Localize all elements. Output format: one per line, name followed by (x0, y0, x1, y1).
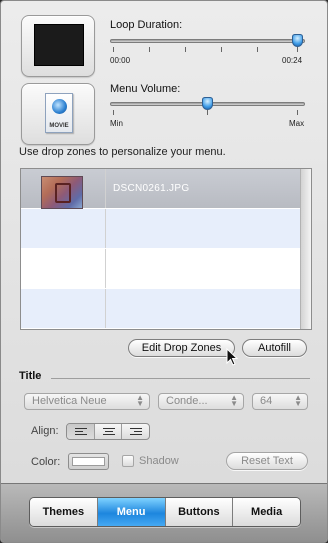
color-label: Color: (31, 456, 61, 468)
align-right-button[interactable] (122, 424, 149, 439)
shadow-checkbox[interactable] (122, 455, 134, 467)
drop-zone-filename: DSCN0261.JPG (113, 183, 190, 194)
drop-zones-description: Use drop zones to personalize your menu. (19, 146, 226, 158)
autofill-button[interactable]: Autofill (242, 339, 307, 357)
slider-tick (113, 110, 114, 115)
font-family-popup[interactable]: Helvetica Neue ▲ ▼ (24, 393, 150, 410)
drop-zone-thumbnail (41, 176, 83, 209)
font-style-popup[interactable]: Conde... ▲ ▼ (158, 393, 244, 410)
slider-tick (113, 47, 114, 52)
reset-text-button[interactable]: Reset Text (226, 452, 308, 470)
title-section-heading: Title (19, 370, 42, 382)
tab-themes[interactable]: Themes (30, 498, 98, 526)
align-label: Align: (31, 425, 59, 437)
menu-volume-label: Menu Volume: (110, 83, 181, 95)
inspector-tabs: Themes Menu Buttons Media (29, 497, 301, 527)
shadow-label: Shadow (139, 455, 179, 467)
menu-inspector-panel: MOVIE Loop Duration: 00:00 00:24 Menu Vo… (0, 0, 328, 543)
drop-zone-row[interactable]: DSCN0261.JPG (21, 169, 301, 209)
movie-icon-text: MOVIE (49, 123, 69, 129)
volume-max-label: Max (289, 119, 305, 128)
drop-zones-table[interactable]: DSCN0261.JPG (20, 168, 312, 330)
popup-arrows-icon: ▲ ▼ (230, 393, 238, 408)
align-left-icon (75, 428, 87, 437)
background-preview (34, 24, 84, 66)
font-size-popup[interactable]: 64 ▲ ▼ (252, 393, 308, 410)
menu-volume-knob[interactable] (202, 97, 213, 110)
popup-arrows-icon: ▲ ▼ (294, 393, 302, 408)
popup-arrows-icon: ▲ ▼ (136, 393, 144, 408)
mouse-pointer-icon (226, 348, 238, 366)
font-style-value: Conde... (166, 395, 208, 407)
slider-tick (185, 47, 186, 52)
loop-duration-knob[interactable] (292, 34, 303, 47)
align-right-icon (130, 428, 143, 437)
slider-tick (207, 110, 208, 115)
movie-file-icon: MOVIE (45, 93, 73, 133)
loop-duration-slider[interactable] (110, 39, 305, 43)
align-left-button[interactable] (67, 424, 95, 439)
text-color-swatch[interactable] (68, 453, 109, 470)
loop-max-label: 00:24 (282, 56, 303, 65)
slider-tick (221, 47, 222, 52)
loop-duration-label: Loop Duration: (110, 19, 183, 31)
slider-tick (297, 110, 298, 115)
font-size-value: 64 (260, 395, 273, 407)
tab-menu[interactable]: Menu (97, 498, 166, 526)
tab-media[interactable]: Media (233, 498, 300, 526)
tab-buttons[interactable]: Buttons (165, 498, 234, 526)
audio-well[interactable]: MOVIE (21, 83, 95, 145)
drop-zone-row[interactable] (21, 209, 301, 248)
slider-tick (149, 47, 150, 52)
font-family-value: Helvetica Neue (32, 395, 107, 407)
drop-zone-row[interactable] (21, 289, 301, 328)
edit-drop-zones-button[interactable]: Edit Drop Zones (128, 339, 235, 357)
drop-zones-scrollbar[interactable] (300, 169, 311, 329)
slider-tick (297, 47, 298, 52)
drop-zone-row[interactable] (21, 249, 301, 288)
align-center-button[interactable] (95, 424, 123, 439)
quicktime-disc-icon (52, 99, 67, 114)
align-center-icon (102, 428, 115, 437)
background-video-well[interactable] (21, 15, 95, 77)
volume-min-label: Min (110, 119, 123, 128)
section-divider (51, 378, 310, 379)
slider-tick (257, 47, 258, 52)
loop-min-label: 00:00 (110, 56, 131, 65)
alignment-control[interactable] (66, 423, 150, 440)
